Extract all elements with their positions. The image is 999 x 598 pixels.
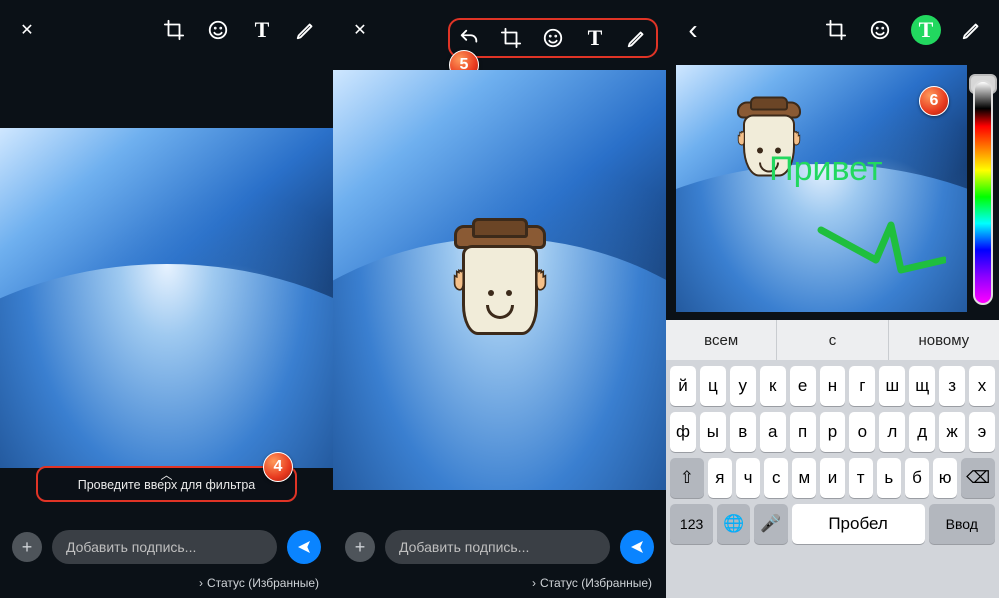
keyboard-row-2: фывапролджэ: [666, 406, 999, 452]
key-е[interactable]: е: [790, 366, 816, 406]
key-т[interactable]: т: [849, 458, 873, 498]
key-ч[interactable]: ч: [736, 458, 760, 498]
key-г[interactable]: г: [849, 366, 875, 406]
undo-icon[interactable]: [456, 25, 482, 51]
numbers-key[interactable]: 123: [670, 504, 713, 544]
toolbar-highlight: T: [448, 18, 658, 58]
close-icon[interactable]: ✕: [14, 17, 40, 43]
hand-right-icon: [527, 266, 553, 292]
keyboard-row-4: 123 🌐 🎤 Пробел Ввод: [666, 498, 999, 550]
draw-icon[interactable]: [624, 25, 650, 51]
filter-hint[interactable]: ︿ Проведите вверх для фильтра: [36, 466, 297, 502]
suggestion[interactable]: новому: [889, 320, 999, 360]
key-э[interactable]: э: [969, 412, 995, 452]
text-icon-active[interactable]: T: [911, 15, 941, 45]
draw-icon[interactable]: [959, 17, 985, 43]
key-к[interactable]: к: [760, 366, 786, 406]
key-ь[interactable]: ь: [877, 458, 901, 498]
image-preview[interactable]: [333, 70, 666, 490]
space-key[interactable]: Пробел: [792, 504, 925, 544]
enter-key[interactable]: Ввод: [929, 504, 995, 544]
suggestion[interactable]: с: [777, 320, 888, 360]
back-icon[interactable]: ‹: [680, 17, 706, 43]
badge-6: 6: [919, 86, 949, 116]
key-ю[interactable]: ю: [933, 458, 957, 498]
badge-4: 4: [263, 452, 293, 482]
close-icon[interactable]: ✕: [347, 17, 373, 43]
coffee-cup-sticker[interactable]: [435, 225, 565, 335]
topbar: ‹ T: [666, 0, 999, 60]
keyboard-row-1: йцукенгшщзх: [666, 360, 999, 406]
crop-icon[interactable]: [161, 17, 187, 43]
key-ж[interactable]: ж: [939, 412, 965, 452]
caption-input[interactable]: Добавить подпись...: [385, 530, 610, 564]
key-д[interactable]: д: [909, 412, 935, 452]
add-media-button[interactable]: +: [345, 532, 375, 562]
mic-key[interactable]: 🎤: [754, 504, 787, 544]
key-б[interactable]: б: [905, 458, 929, 498]
suggestion[interactable]: всем: [666, 320, 777, 360]
chevron-up-icon: ︿: [160, 466, 172, 483]
add-media-button[interactable]: +: [12, 532, 42, 562]
keyboard-row-3: ⇧ ячсмитьбю ⌫: [666, 452, 999, 498]
key-я[interactable]: я: [708, 458, 732, 498]
image-preview[interactable]: [0, 128, 333, 468]
emoji-icon[interactable]: [540, 25, 566, 51]
key-о[interactable]: о: [849, 412, 875, 452]
key-с[interactable]: с: [764, 458, 788, 498]
topbar: ✕ T: [0, 0, 333, 60]
crop-icon[interactable]: [823, 17, 849, 43]
status-line[interactable]: Статус (Избранные): [199, 576, 319, 590]
suggestion-bar: всем с новому: [666, 320, 999, 360]
key-ф[interactable]: ф: [670, 412, 696, 452]
caption-row: + Добавить подпись...: [333, 530, 666, 564]
status-line[interactable]: Статус (Избранные): [532, 576, 652, 590]
text-icon[interactable]: T: [582, 25, 608, 51]
crop-icon[interactable]: [498, 25, 524, 51]
key-щ[interactable]: щ: [909, 366, 935, 406]
send-button[interactable]: [620, 530, 654, 564]
caption-row: + Добавить подпись...: [0, 530, 333, 564]
key-н[interactable]: н: [820, 366, 846, 406]
topbar: ✕ T: [333, 0, 666, 60]
globe-key[interactable]: 🌐: [717, 504, 750, 544]
draw-stroke: [816, 215, 946, 285]
screen-3: ‹ T Привет 6 всем с новому йцукенгшщзх: [666, 0, 999, 598]
key-з[interactable]: з: [939, 366, 965, 406]
key-ы[interactable]: ы: [700, 412, 726, 452]
key-и[interactable]: и: [820, 458, 844, 498]
screen-2: ✕ T 5 + Добавить подпись... Статус (Избр…: [333, 0, 666, 598]
key-у[interactable]: у: [730, 366, 756, 406]
emoji-icon[interactable]: [867, 17, 893, 43]
keyboard: всем с новому йцукенгшщзх фывапролджэ ⇧ …: [666, 320, 999, 598]
key-п[interactable]: п: [790, 412, 816, 452]
backspace-key[interactable]: ⌫: [961, 458, 995, 498]
key-р[interactable]: р: [820, 412, 846, 452]
key-а[interactable]: а: [760, 412, 786, 452]
key-ш[interactable]: ш: [879, 366, 905, 406]
key-х[interactable]: х: [969, 366, 995, 406]
text-icon[interactable]: T: [249, 17, 275, 43]
shift-key[interactable]: ⇧: [670, 458, 704, 498]
key-в[interactable]: в: [730, 412, 756, 452]
caption-input[interactable]: Добавить подпись...: [52, 530, 277, 564]
overlay-text[interactable]: Привет: [769, 150, 882, 189]
key-ц[interactable]: ц: [700, 366, 726, 406]
send-button[interactable]: [287, 530, 321, 564]
emoji-icon[interactable]: [205, 17, 231, 43]
draw-icon[interactable]: [293, 17, 319, 43]
key-м[interactable]: м: [792, 458, 816, 498]
hand-left-icon: [447, 266, 473, 292]
key-й[interactable]: й: [670, 366, 696, 406]
key-л[interactable]: л: [879, 412, 905, 452]
screen-1: ✕ T ︿ Проведите вверх для фильтра 4 + До…: [0, 0, 333, 598]
color-picker[interactable]: [973, 80, 993, 305]
